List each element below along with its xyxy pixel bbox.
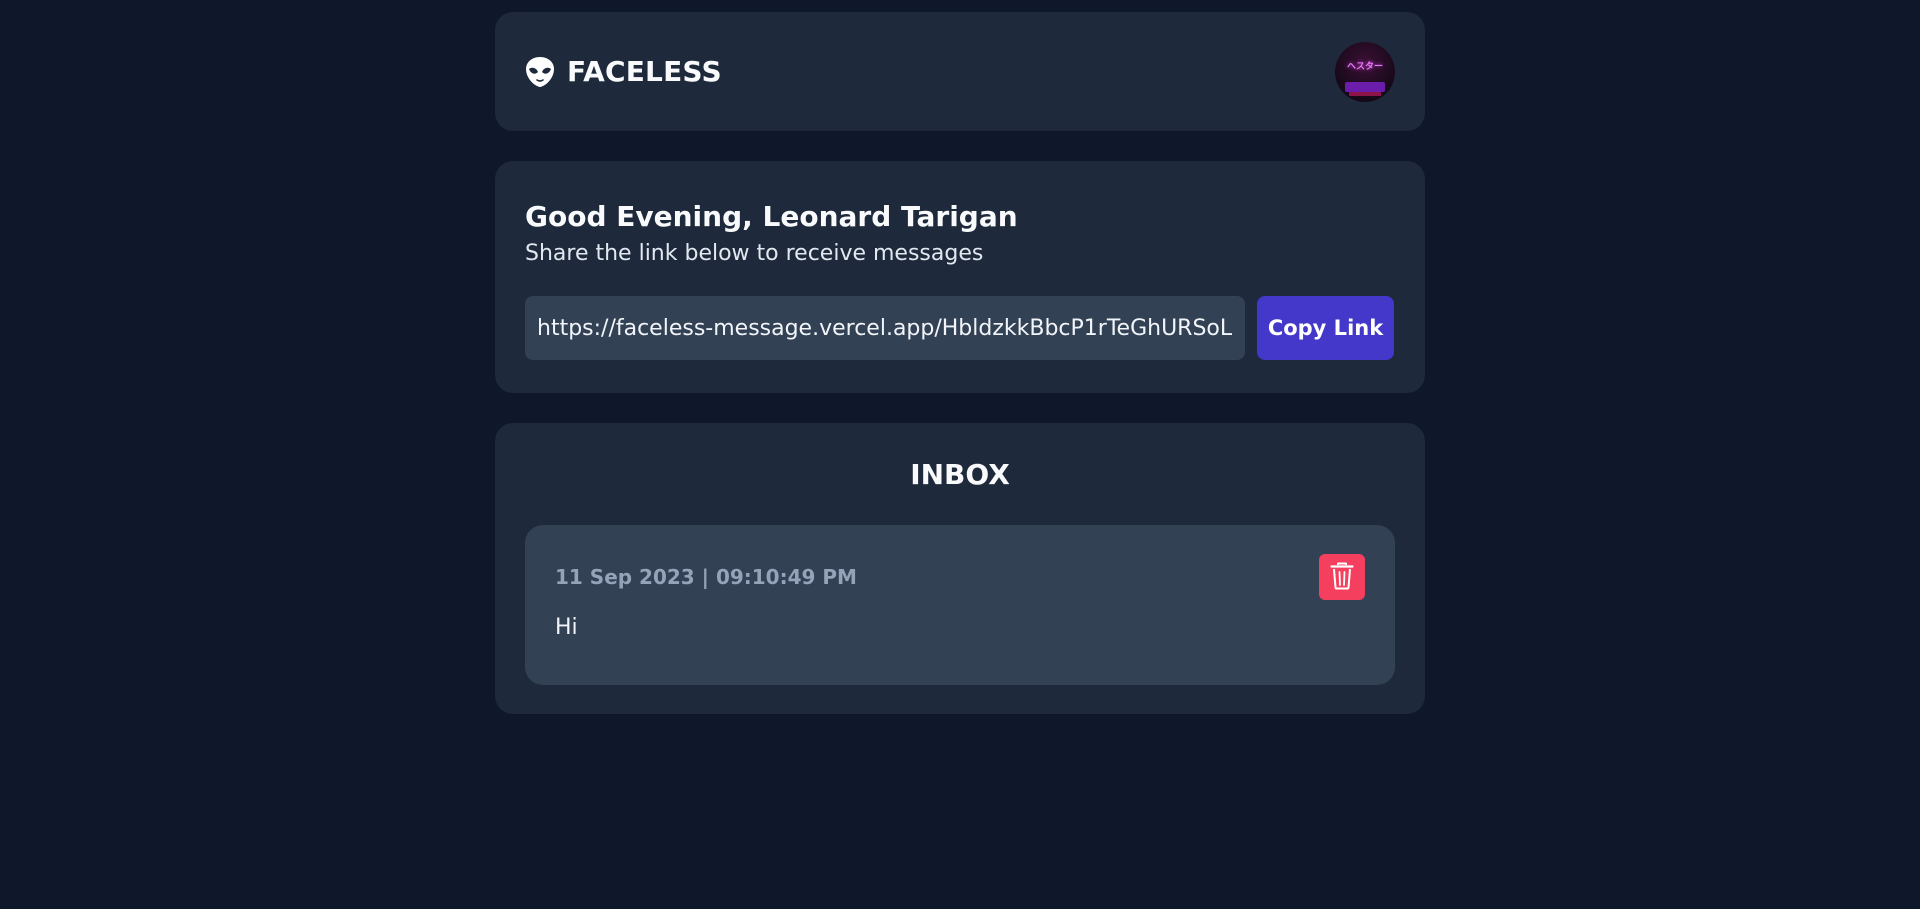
inbox-title: INBOX — [910, 458, 1010, 491]
avatar-sign-text: ヘスター — [1347, 61, 1384, 72]
greeting-title: Good Evening, Leonard Tarigan — [525, 200, 1018, 233]
share-link-card: Good Evening, Leonard Tarigan Share the … — [495, 161, 1425, 393]
inbox-card: INBOX 11 Sep 2023 | 09:10:49 PM Hi — [495, 423, 1425, 714]
greeting-subtitle: Share the link below to receive messages — [525, 241, 984, 266]
message-header: 11 Sep 2023 | 09:10:49 PM — [555, 554, 1365, 600]
avatar-bar — [1349, 91, 1381, 96]
trash-icon — [1330, 562, 1354, 593]
top-navbar: FACELESS ヘスター — [495, 12, 1425, 131]
copy-link-button[interactable]: Copy Link — [1257, 296, 1394, 360]
avatar[interactable]: ヘスター — [1335, 41, 1395, 102]
share-link-row: Copy Link — [525, 296, 1395, 360]
share-link-input[interactable] — [525, 296, 1245, 360]
brand-logo[interactable]: FACELESS — [525, 55, 722, 88]
brand-name: FACELESS — [567, 55, 722, 88]
message-item: 11 Sep 2023 | 09:10:49 PM Hi — [525, 525, 1395, 685]
delete-message-button[interactable] — [1319, 554, 1365, 600]
alien-face-icon — [525, 56, 555, 88]
message-body: Hi — [555, 615, 578, 640]
message-timestamp: 11 Sep 2023 | 09:10:49 PM — [555, 565, 857, 589]
avatar-glow — [1345, 81, 1385, 92]
page-container: FACELESS ヘスター Good Evening, Leonard Tari… — [495, 12, 1425, 744]
